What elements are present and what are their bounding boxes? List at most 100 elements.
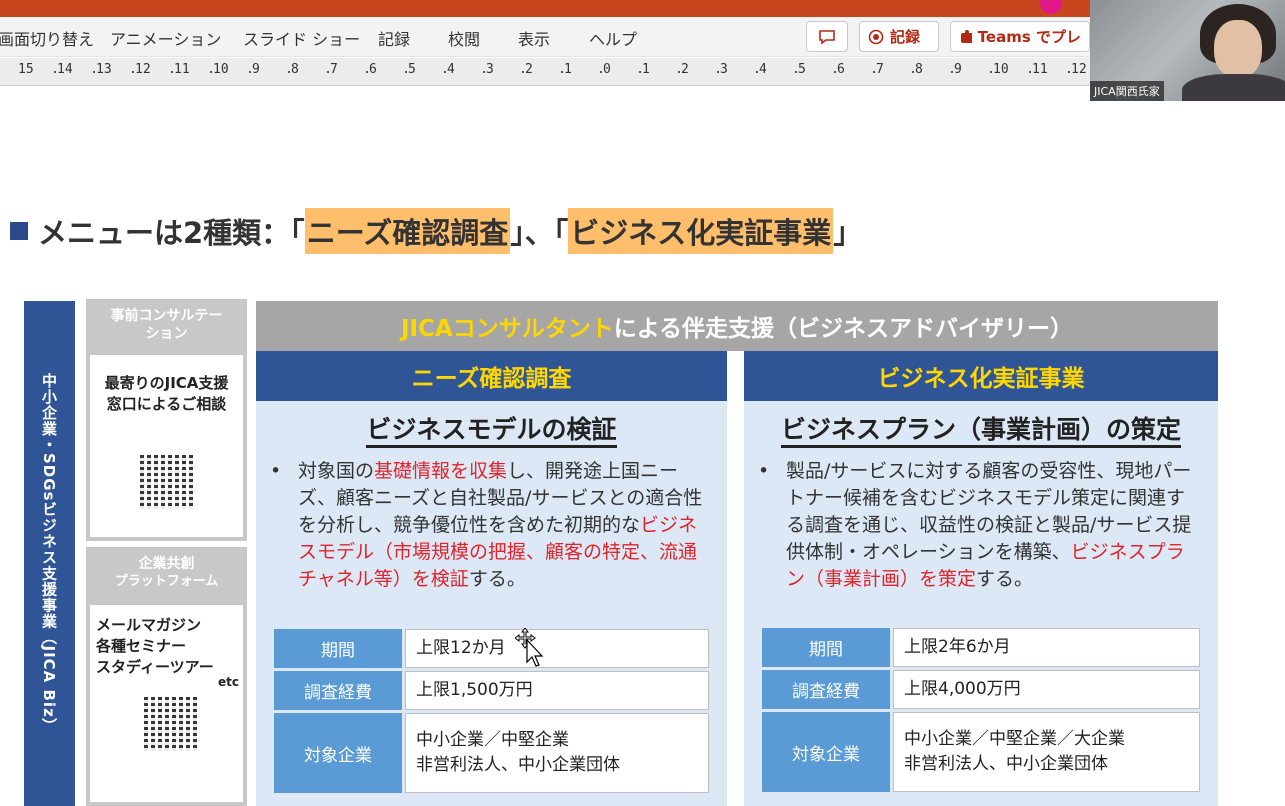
heading-mid: 」、「 bbox=[510, 216, 569, 250]
platform-etc: etc bbox=[218, 675, 239, 689]
demo-row-period: 期間 上限2年6か月 bbox=[762, 628, 1200, 667]
ruler-dot bbox=[678, 71, 680, 73]
qr-code-icon bbox=[144, 697, 198, 751]
ruler-dot bbox=[132, 71, 134, 73]
platform-item: 各種セミナー bbox=[96, 637, 187, 655]
ruler-dot bbox=[639, 71, 641, 73]
needs-row-value: 上限1,500万円 bbox=[405, 671, 709, 710]
needs-row-key: 調査経費 bbox=[274, 671, 402, 710]
ruler-tick-label: 8 bbox=[291, 62, 299, 77]
ruler-tick-label: 1 bbox=[564, 62, 572, 77]
consultation-body: 最寄りのJICA支援窓口によるご相談 bbox=[104, 374, 229, 413]
platform-header-line1: 企業共創 bbox=[138, 556, 195, 572]
ruler-tick-label: 11 bbox=[1032, 62, 1048, 77]
needs-row-key: 対象企業 bbox=[274, 713, 402, 793]
ruler-tick-label: 3 bbox=[720, 62, 728, 77]
participant-face bbox=[1214, 20, 1262, 78]
needs-row-key: 期間 bbox=[274, 629, 402, 668]
ruler-dot bbox=[834, 71, 836, 73]
ruler-tick-label: 3 bbox=[486, 62, 494, 77]
qr-code-icon bbox=[140, 455, 194, 509]
tab-animations[interactable]: アニメーション bbox=[110, 26, 221, 50]
participant-name: JICA関西氏家 bbox=[1090, 81, 1164, 101]
advisory-banner: JICAコンサルタント による伴走支援（ビジネスアドバイザリー） bbox=[256, 301, 1218, 351]
ruler-tick-label: 5 bbox=[408, 62, 416, 77]
demo-row-value: 中小企業／中堅企業／大企業 非営利法人、中小企業団体 bbox=[893, 712, 1200, 792]
needs-survey-panel: ニーズ確認調査 ビジネスモデルの検証 対象国の基礎情報を収集し、開発途上国ニーズ… bbox=[256, 351, 727, 806]
advisory-banner-highlight: JICAコンサルタント bbox=[400, 316, 614, 342]
record-icon bbox=[868, 29, 884, 44]
demo-row-value: 上限4,000万円 bbox=[893, 670, 1200, 709]
ruler-dot bbox=[873, 71, 875, 73]
needs-row-budget: 調査経費 上限1,500万円 bbox=[274, 671, 709, 710]
ruler-tick-label: 2 bbox=[681, 62, 689, 77]
ruler-tick-label: 14 bbox=[57, 62, 73, 77]
vertical-program-label: 中小企業・SDGsビジネス支援事業（JICA Biz） bbox=[24, 301, 75, 806]
ruler-tick-label: 7 bbox=[876, 62, 884, 77]
ruler-dot bbox=[522, 71, 524, 73]
consultation-header: 事前コンサルテーション bbox=[110, 308, 223, 342]
ruler-tick-label: 7 bbox=[330, 62, 338, 77]
ruler-tick-label: 8 bbox=[915, 62, 923, 77]
ruler-dot bbox=[366, 71, 368, 73]
profile-dot bbox=[1040, 0, 1062, 14]
heading-prefix: メニューは2種類：「 bbox=[38, 216, 305, 250]
ruler-dot bbox=[210, 71, 212, 73]
tab-help[interactable]: ヘルプ bbox=[589, 26, 637, 50]
needs-survey-header: ニーズ確認調査 bbox=[256, 351, 727, 401]
business-demo-subtitle: ビジネスプラン（事業計画）の策定 bbox=[744, 410, 1218, 448]
demo-row-value: 上限2年6か月 bbox=[893, 628, 1200, 667]
move-cursor-icon bbox=[515, 628, 544, 667]
demo-row-key: 調査経費 bbox=[762, 670, 890, 709]
demo-row-key: 期間 bbox=[762, 628, 890, 667]
needs-row-period: 期間 上限12か月 bbox=[274, 629, 709, 668]
ruler-tick-label: 6 bbox=[837, 62, 845, 77]
ruler-tick-label: 11 bbox=[174, 62, 190, 77]
ruler-tick-label: 12 bbox=[135, 62, 151, 77]
teams-label: Teams でプレ bbox=[977, 28, 1081, 46]
teams-present-button[interactable]: Teams でプレ bbox=[950, 21, 1090, 52]
tab-slideshow[interactable]: スライド ショー bbox=[243, 26, 360, 50]
ruler-dot bbox=[990, 71, 992, 73]
ruler-tick-label: 4 bbox=[447, 62, 455, 77]
platform-content: メールマガジン 各種セミナー スタディーツアー etc bbox=[90, 605, 243, 802]
comments-button[interactable] bbox=[806, 21, 848, 52]
tab-view[interactable]: 表示 bbox=[518, 26, 550, 50]
needs-survey-description: 対象国の基礎情報を収集し、開発途上国ニーズ、顧客ニーズと自社製品/サービスとの適… bbox=[270, 458, 709, 593]
needs-row-value: 上限12か月 bbox=[405, 629, 709, 668]
ruler-dot bbox=[795, 71, 797, 73]
business-demo-description: 製品/サービスに対する顧客の受容性、現地パートナー候補を含むビジネスモデル策定に… bbox=[758, 458, 1200, 593]
ruler-tick-label: 10 bbox=[993, 62, 1009, 77]
ruler-tick-label: 9 bbox=[954, 62, 962, 77]
ruler-dot bbox=[1029, 71, 1031, 73]
ruler-dot bbox=[600, 71, 602, 73]
ruler-tick-label: 4 bbox=[759, 62, 767, 77]
heading-highlight-business: ビジネス化実証事業 bbox=[568, 208, 834, 254]
ruler-tick-label: 10 bbox=[213, 62, 229, 77]
record-label: 記録 bbox=[890, 28, 921, 46]
teams-icon bbox=[961, 29, 972, 43]
ruler-tick-label: 15 bbox=[18, 62, 34, 77]
platform-box: 企業共創 プラットフォーム メールマガジン 各種セミナー スタディーツアー et… bbox=[86, 547, 247, 806]
tab-review[interactable]: 校閲 bbox=[448, 26, 480, 50]
ruler-dot bbox=[93, 71, 95, 73]
tab-transitions[interactable]: 画面切り替え bbox=[0, 26, 94, 50]
heading-highlight-needs: ニーズ確認調査 bbox=[304, 208, 511, 254]
needs-survey-subtitle: ビジネスモデルの検証 bbox=[256, 410, 727, 448]
participant-body bbox=[1182, 74, 1285, 101]
ruler-dot bbox=[171, 71, 173, 73]
ruler-dot bbox=[444, 71, 446, 73]
ruler-dot bbox=[288, 71, 290, 73]
record-button[interactable]: 記録 bbox=[859, 21, 939, 52]
ruler-dot bbox=[717, 71, 719, 73]
needs-row-eligible: 対象企業 中小企業／中堅企業 非営利法人、中小企業団体 bbox=[274, 713, 709, 793]
demo-row-eligible: 対象企業 中小企業／中堅企業／大企業 非営利法人、中小企業団体 bbox=[762, 712, 1200, 792]
tab-record[interactable]: 記録 bbox=[378, 26, 410, 50]
consultation-box: 事前コンサルテーション 最寄りのJICA支援窓口によるご相談 bbox=[86, 299, 247, 541]
ruler-dot bbox=[756, 71, 758, 73]
platform-header: 企業共創 プラットフォーム bbox=[86, 547, 247, 591]
ruler-tick-label: 5 bbox=[798, 62, 806, 77]
demo-row-budget: 調査経費 上限4,000万円 bbox=[762, 670, 1200, 709]
ruler-dot bbox=[561, 71, 563, 73]
ruler-tick-label: 1 bbox=[642, 62, 650, 77]
